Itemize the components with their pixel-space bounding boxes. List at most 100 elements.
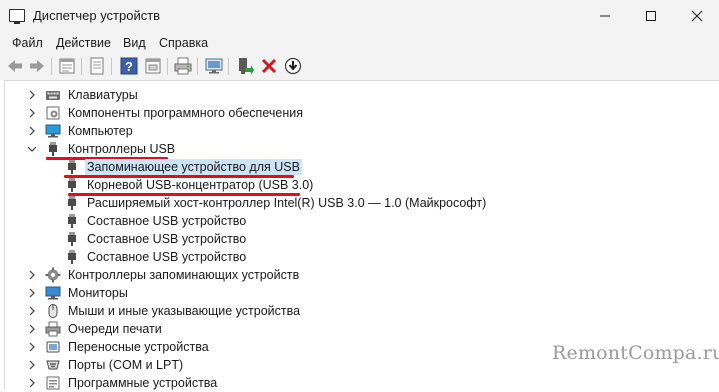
tree-item-keyboards[interactable]: Клавиатуры — [45, 86, 140, 104]
menu-bar: Файл Действие Вид Справка — [0, 32, 719, 54]
tree-item-label: Клавиатуры — [68, 88, 138, 102]
chevron-right-icon[interactable] — [27, 126, 37, 136]
software-component-icon — [45, 105, 61, 121]
tree-item-label: Очереди печати — [68, 322, 162, 336]
tree-item-label: Расширяемый хост-контроллер Intel(R) USB… — [87, 196, 487, 210]
tree-item-software-devices[interactable]: Программные устройства — [45, 374, 219, 392]
tree-item-computer[interactable]: Компьютер — [45, 122, 135, 140]
mouse-icon — [45, 303, 61, 319]
refresh-list-button[interactable] — [87, 56, 107, 76]
toolbar-separator — [51, 58, 52, 75]
tree-item-label: Запоминающее устройство для USB — [85, 159, 302, 175]
chevron-down-icon[interactable] — [27, 144, 37, 154]
view-tree-icon — [145, 58, 161, 74]
uninstall-device-button[interactable] — [259, 56, 279, 76]
port-icon — [45, 357, 61, 373]
toolbar-separator — [111, 58, 112, 75]
tree-item-label: Компоненты программного обеспечения — [68, 106, 303, 120]
help-icon: ? — [120, 57, 138, 75]
tree-item-label: Мониторы — [68, 286, 128, 300]
menu-file[interactable]: Файл — [12, 36, 43, 50]
tree-item-label: Программные устройства — [68, 376, 218, 390]
uninstall-device-icon — [261, 58, 277, 74]
storage-controller-icon — [45, 267, 61, 283]
view-tree-button[interactable] — [143, 56, 163, 76]
tree-item-monitors[interactable]: Мониторы — [45, 284, 130, 302]
properties-icon — [59, 58, 75, 74]
tree-item-software-components[interactable]: Компоненты программного обеспечения — [45, 104, 305, 122]
forward-button[interactable] — [27, 56, 47, 76]
toolbar-separator — [228, 58, 229, 75]
chevron-right-icon[interactable] — [27, 342, 37, 352]
chevron-right-icon[interactable] — [27, 108, 37, 118]
enable-device-button[interactable] — [235, 56, 255, 76]
tree-item-label: Составное USB устройство — [87, 232, 247, 246]
maximize-icon — [646, 11, 656, 21]
tree-item-print-queues[interactable]: Очереди печати — [45, 320, 164, 338]
tree-item-storage-controllers[interactable]: Контроллеры запоминающих устройств — [45, 266, 301, 284]
watermark: RemontCompa.ru — [552, 342, 719, 364]
minimize-icon — [600, 15, 610, 17]
update-driver-icon — [284, 57, 302, 75]
computer-icon — [45, 123, 61, 139]
tree-item-usb-host-controller[interactable]: Расширяемый хост-контроллер Intel(R) USB… — [64, 194, 488, 212]
print-icon — [174, 57, 192, 75]
properties-button[interactable] — [57, 56, 77, 76]
tree-item-label: Составное USB устройство — [87, 250, 247, 264]
refresh-list-icon — [90, 57, 104, 75]
usb-connector-icon — [64, 159, 80, 175]
update-driver-button[interactable] — [283, 56, 303, 76]
tree-item-label: Корневой USB-концентратор (USB 3.0) — [87, 178, 314, 192]
menu-view[interactable]: Вид — [123, 36, 146, 50]
minimize-button[interactable] — [581, 0, 627, 32]
tree-item-usb-composite-device[interactable]: Составное USB устройство — [64, 230, 248, 248]
tree-item-label: Порты (COM и LPT) — [68, 358, 184, 372]
enable-device-icon — [239, 58, 254, 75]
usb-connector-icon — [64, 213, 80, 229]
tree-item-usb-controllers[interactable]: Контроллеры USB — [45, 140, 177, 158]
tree-item-usb-mass-storage[interactable]: Запоминающее устройство для USB — [64, 158, 302, 176]
print-button[interactable] — [173, 56, 193, 76]
toolbar-separator — [167, 58, 168, 75]
scan-hardware-button[interactable] — [204, 56, 224, 76]
tree-item-usb-root-hub[interactable]: Корневой USB-концентратор (USB 3.0) — [64, 176, 315, 194]
tree-item-usb-composite-device[interactable]: Составное USB устройство — [64, 248, 248, 266]
tree-item-mice[interactable]: Мыши и иные указывающие устройства — [45, 302, 302, 320]
chevron-right-icon[interactable] — [27, 306, 37, 316]
tree-item-label: Компьютер — [68, 124, 133, 138]
tree-item-ports[interactable]: Порты (COM и LPT) — [45, 356, 185, 374]
close-button[interactable] — [673, 0, 719, 32]
software-device-icon — [45, 375, 61, 391]
title-bar: Диспетчер устройств — [0, 0, 719, 32]
toolbar-separator — [81, 58, 82, 75]
forward-arrow-icon — [30, 60, 44, 72]
device-manager-icon — [9, 9, 25, 24]
tree-item-label: Контроллеры USB — [68, 142, 176, 156]
back-arrow-icon — [8, 60, 22, 72]
close-icon — [691, 10, 703, 22]
maximize-button[interactable] — [627, 0, 673, 32]
chevron-right-icon[interactable] — [27, 360, 37, 370]
chevron-right-icon[interactable] — [27, 270, 37, 280]
usb-connector-icon — [64, 195, 80, 211]
menu-help[interactable]: Справка — [159, 36, 208, 50]
window-title: Диспетчер устройств — [33, 8, 161, 23]
chevron-right-icon[interactable] — [27, 378, 37, 388]
chevron-right-icon[interactable] — [27, 90, 37, 100]
monitor-icon — [45, 285, 61, 301]
portable-device-icon — [45, 339, 61, 355]
chevron-right-icon[interactable] — [27, 324, 37, 334]
tree-item-label: Контроллеры запоминающих устройств — [68, 268, 300, 282]
tree-item-portable-devices[interactable]: Переносные устройства — [45, 338, 211, 356]
help-button[interactable]: ? — [119, 56, 139, 76]
svg-text:?: ? — [125, 59, 133, 74]
tree-item-usb-composite-device[interactable]: Составное USB устройство — [64, 212, 248, 230]
toolbar: ? — [0, 54, 719, 80]
back-button[interactable] — [5, 56, 25, 76]
chevron-right-icon[interactable] — [27, 288, 37, 298]
monitor-icon — [205, 58, 223, 74]
toolbar-separator — [197, 58, 198, 75]
tree-item-label: Мыши и иные указывающие устройства — [68, 304, 301, 318]
menu-action[interactable]: Действие — [56, 36, 111, 50]
usb-connector-icon — [64, 249, 80, 265]
